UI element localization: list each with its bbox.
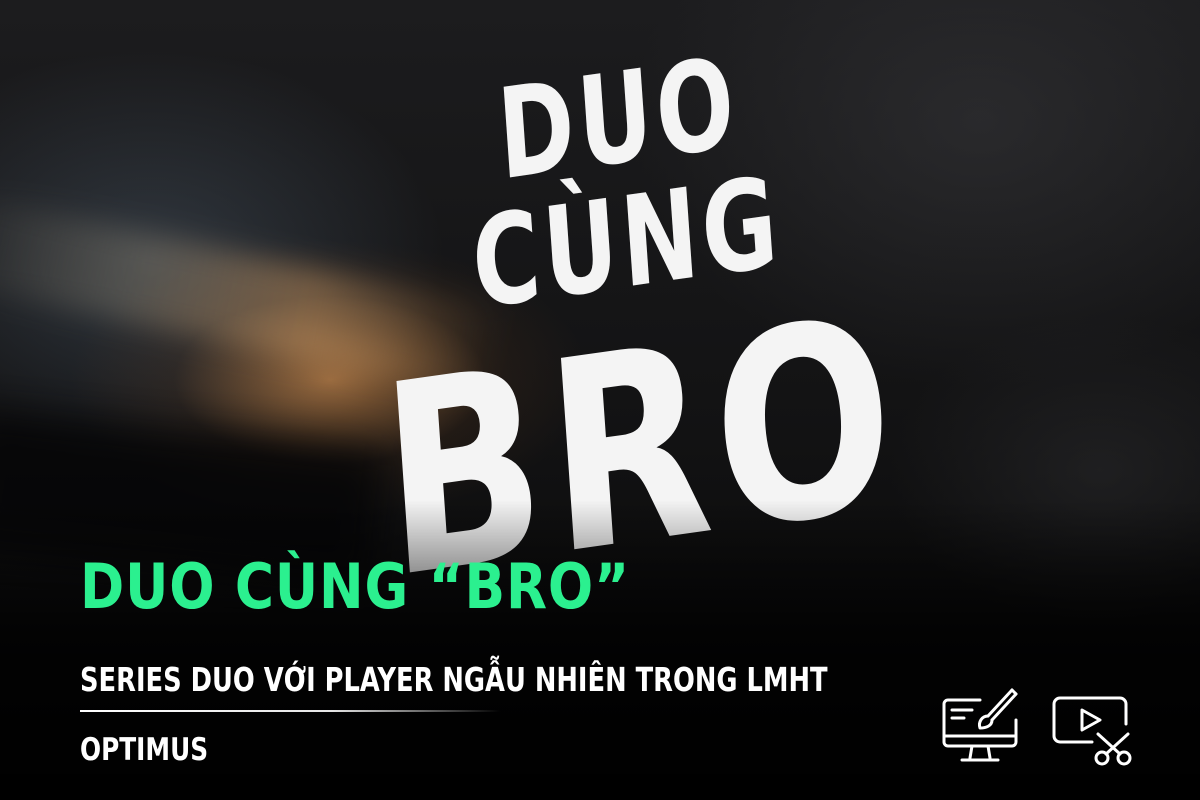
- subtitle: SERIES DUO VỚI PLAYER NGẪU NHIÊN TRONG L…: [80, 660, 828, 699]
- author-name: OPTIMUS: [80, 732, 209, 768]
- monitor-paintbrush-icon: [942, 688, 1018, 762]
- video-scissors-icon: [1052, 696, 1132, 766]
- thumbnail-canvas: DUO CÙNG BRO DUO CÙNG “BRO” SERIES DUO V…: [0, 0, 1200, 800]
- main-title: DUO CÙNG “BRO”: [80, 550, 630, 623]
- divider-line: [80, 710, 500, 712]
